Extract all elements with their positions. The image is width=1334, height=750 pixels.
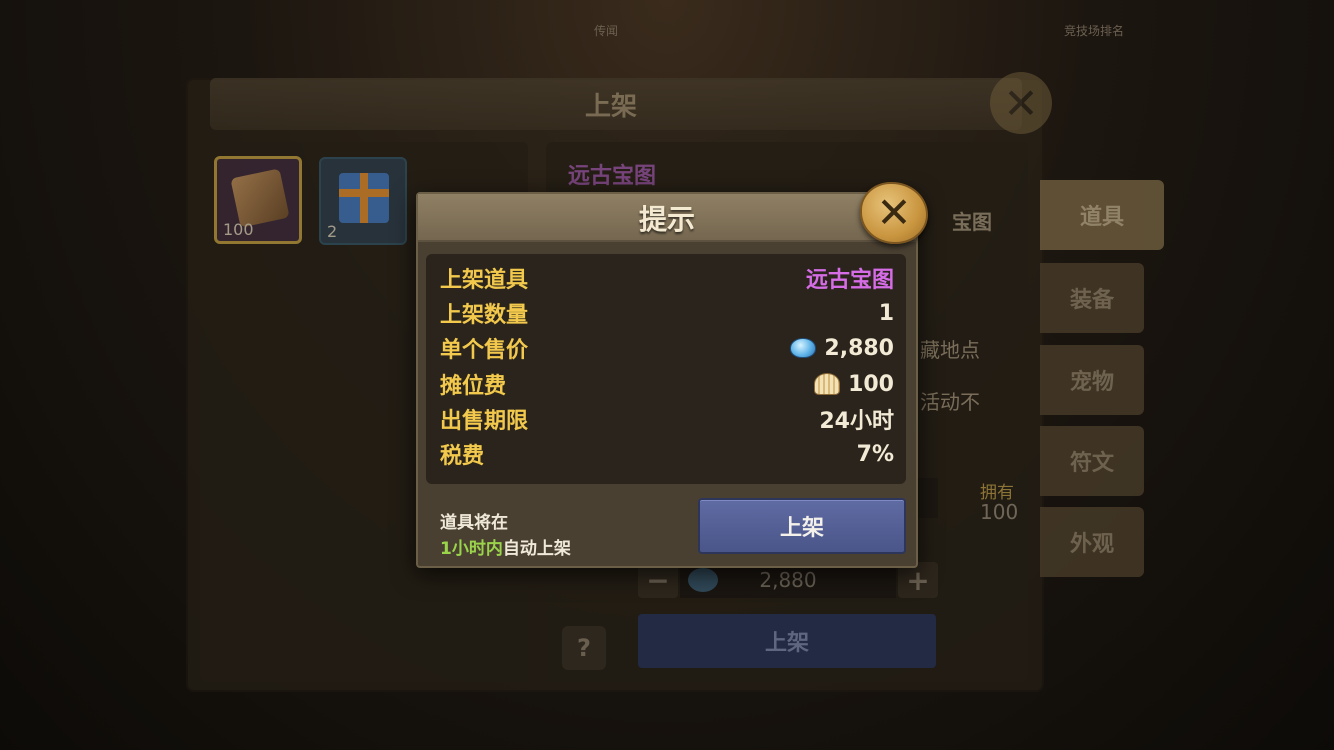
- auto-list-note: 道具将在: [440, 513, 508, 533]
- shell-coin-icon: [814, 373, 841, 395]
- row-value-group: 2,880: [790, 336, 894, 361]
- tab-items[interactable]: 道具: [1040, 180, 1164, 250]
- slot-count: 2: [327, 222, 338, 241]
- rumor-label: 传闻: [594, 24, 619, 38]
- market-panel-close-icon[interactable]: ✕: [990, 72, 1052, 134]
- gift-box-icon: [339, 173, 389, 223]
- item-name: 远古宝图: [568, 164, 657, 189]
- gem-icon: [790, 338, 817, 358]
- item-description: 藏地点: [920, 338, 980, 362]
- auto-list-note-detail: 1小时内自动上架: [440, 534, 571, 559]
- tab-equipment[interactable]: 装备: [1040, 263, 1144, 333]
- arena-rank-label: 竞技场排名: [1064, 24, 1125, 38]
- summary-row-unit-price: 单个售价 2,880: [440, 331, 894, 365]
- tab-pets[interactable]: 宠物: [1040, 345, 1144, 415]
- summary-row-booth-fee: 摊位费 100: [440, 367, 894, 401]
- close-icon[interactable]: ✕: [860, 182, 928, 244]
- help-button[interactable]: ?: [562, 626, 606, 670]
- summary-row-item: 上架道具 远古宝图: [440, 261, 894, 295]
- inventory-slot-treasure-map[interactable]: 100: [214, 156, 302, 244]
- confirm-list-button[interactable]: 上架: [698, 498, 906, 554]
- market-panel-title: 上架: [585, 92, 638, 122]
- summary-row-quantity: 上架数量 1: [440, 296, 894, 330]
- gem-icon: [688, 568, 718, 592]
- summary-row-duration: 出售期限 24小时: [440, 402, 894, 436]
- note-rest: 自动上架: [502, 539, 571, 559]
- treasure-map-scroll-icon: [230, 168, 290, 228]
- row-value: 7%: [856, 441, 894, 467]
- tab-runes[interactable]: 符文: [1040, 426, 1144, 496]
- row-label: 摊位费: [440, 374, 507, 399]
- note-highlight: 1小时内: [440, 539, 503, 559]
- row-value: 远古宝图: [805, 268, 894, 293]
- row-value: 100: [848, 371, 894, 397]
- tab-appearance[interactable]: 外观: [1040, 507, 1144, 577]
- summary-row-tax: 税费 7%: [440, 437, 894, 471]
- row-label: 上架道具: [440, 268, 529, 293]
- row-value: 1: [878, 300, 894, 326]
- dialog-title: 提示: [638, 203, 695, 236]
- item-description: 活动不: [920, 390, 980, 414]
- row-label: 出售期限: [440, 409, 529, 434]
- row-value: 24小时: [819, 409, 894, 434]
- item-type: 宝图: [952, 210, 992, 234]
- list-item-button[interactable]: 上架: [638, 614, 936, 668]
- slot-count: 100: [223, 220, 254, 239]
- row-value-group: 100: [814, 372, 894, 397]
- row-label: 单个售价: [440, 338, 529, 363]
- inventory-slot-gift-box[interactable]: 2: [319, 157, 407, 245]
- owned-value: 100: [980, 500, 1019, 524]
- row-label: 上架数量: [440, 303, 529, 328]
- row-label: 税费: [440, 444, 485, 469]
- row-value: 2,880: [824, 335, 894, 361]
